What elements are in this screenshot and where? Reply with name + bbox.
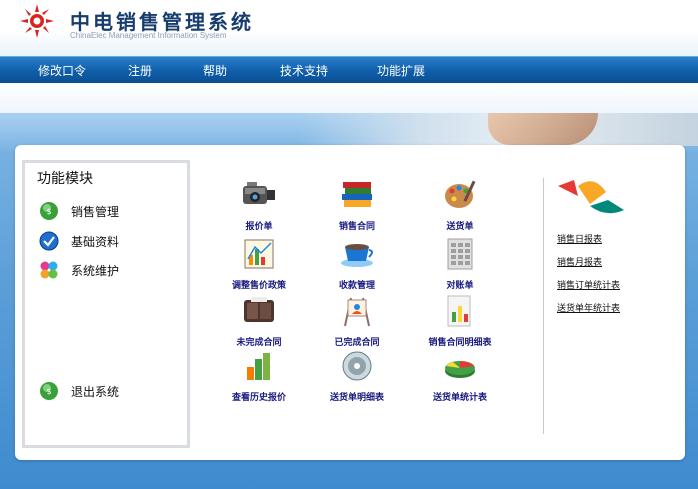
nav-shadow-band <box>0 83 698 113</box>
grid-item-label: 对账单 <box>446 281 474 291</box>
sidebar-item-label: 基础资料 <box>71 234 120 249</box>
exit-system-button[interactable]: $ 退出系统 <box>39 381 119 401</box>
nav-tech-support[interactable]: 技术支持 <box>280 62 328 79</box>
sidebar-item-basic-data[interactable]: 基础资料 <box>39 231 119 251</box>
sales-orb-icon: $ <box>40 202 58 220</box>
report-order-stats-link[interactable]: 销售订单统计表 <box>557 278 620 291</box>
grid-item-label: 调整售价政策 <box>231 281 286 291</box>
grid-item-label: 未完成合同 <box>236 338 282 348</box>
camera-icon <box>243 182 275 204</box>
grid-item-label: 销售合同明细表 <box>428 338 492 348</box>
app-subtitle: ChinaElec Management Information System <box>70 31 227 40</box>
puzzle-icon <box>40 261 58 279</box>
decorative-shapes-icon <box>558 180 624 214</box>
grid-item-delivery-detail[interactable]: 送货单明细表 <box>307 349 407 403</box>
checkmark-icon <box>39 231 59 251</box>
report-delivery-annual-link[interactable]: 送货单年统计表 <box>557 301 620 314</box>
grid-item-label: 送货单统计表 <box>432 393 487 403</box>
top-navbar: 修改口令 注册 帮助 技术支持 功能扩展 <box>0 56 698 83</box>
grid-item-delivery-note[interactable]: 送货单 <box>410 178 510 232</box>
grid-item-label: 报价单 <box>245 222 273 232</box>
grid-item-sales-contract-detail[interactable]: 销售合同明细表 <box>410 294 510 348</box>
disc-icon <box>342 351 372 381</box>
nav-extensions[interactable]: 功能扩展 <box>377 62 425 79</box>
nav-help[interactable]: 帮助 <box>203 62 227 79</box>
grid-item-quote[interactable]: 报价单 <box>209 178 309 232</box>
wallet-icon <box>244 297 274 322</box>
exit-system-label: 退出系统 <box>71 384 120 399</box>
palette-icon <box>445 180 476 208</box>
grid-item-delivery-statistics[interactable]: 送货单统计表 <box>410 349 510 403</box>
module-panel-title: 功能模块 <box>37 171 93 187</box>
grid-item-incomplete-contract[interactable]: 未完成合同 <box>209 294 309 348</box>
calculator-icon <box>447 238 473 270</box>
sidebar-item-maintenance[interactable]: 系统维护 <box>39 260 119 280</box>
svg-text:$: $ <box>46 387 51 396</box>
grid-item-adjust-price-policy[interactable]: 调整售价政策 <box>209 237 309 291</box>
easel-icon <box>344 297 370 327</box>
grid-item-label: 已完成合同 <box>334 338 380 348</box>
hand-image <box>488 113 598 145</box>
grid-item-label: 销售合同 <box>338 222 375 232</box>
grid-item-label: 收款管理 <box>338 281 375 291</box>
grid-item-label: 送货单明细表 <box>329 393 384 403</box>
exit-orb-icon: $ <box>40 382 58 400</box>
document-icon <box>447 295 471 327</box>
svg-text:$: $ <box>46 207 51 216</box>
sidebar-item-label: 销售管理 <box>71 204 120 219</box>
bar-chart-icon <box>247 353 270 380</box>
sidebar-item-label: 系统维护 <box>71 263 120 278</box>
grid-item-statement[interactable]: 对账单 <box>410 237 510 291</box>
grid-item-price-history[interactable]: 查看历史报价 <box>209 349 309 403</box>
grid-item-sales-contract[interactable]: 销售合同 <box>307 178 407 232</box>
grid-item-label: 送货单 <box>446 222 474 232</box>
grid-item-completed-contract[interactable]: 已完成合同 <box>307 294 407 348</box>
report-monthly-sales-link[interactable]: 销售月报表 <box>557 255 602 268</box>
logo-icon <box>20 4 54 38</box>
pie-chart-icon <box>445 361 475 378</box>
nav-change-password[interactable]: 修改口令 <box>38 62 86 79</box>
grid-item-payment-management[interactable]: 收款管理 <box>307 237 407 291</box>
vertical-divider <box>543 178 544 434</box>
nav-register[interactable]: 注册 <box>128 62 152 79</box>
chart-icon <box>244 239 274 269</box>
header: 中电销售管理系统 ChinaElec Management Informatio… <box>0 0 698 56</box>
sidebar-item-sales[interactable]: $ 销售管理 <box>39 201 119 221</box>
report-daily-sales-link[interactable]: 销售日报表 <box>557 232 602 245</box>
module-panel: 功能模块 $ 销售管理 基础资料 系统维护 $ 退出系统 <box>22 160 190 448</box>
grid-item-label: 查看历史报价 <box>231 393 286 403</box>
coffee-cup-icon <box>341 244 373 267</box>
books-icon <box>342 182 372 207</box>
